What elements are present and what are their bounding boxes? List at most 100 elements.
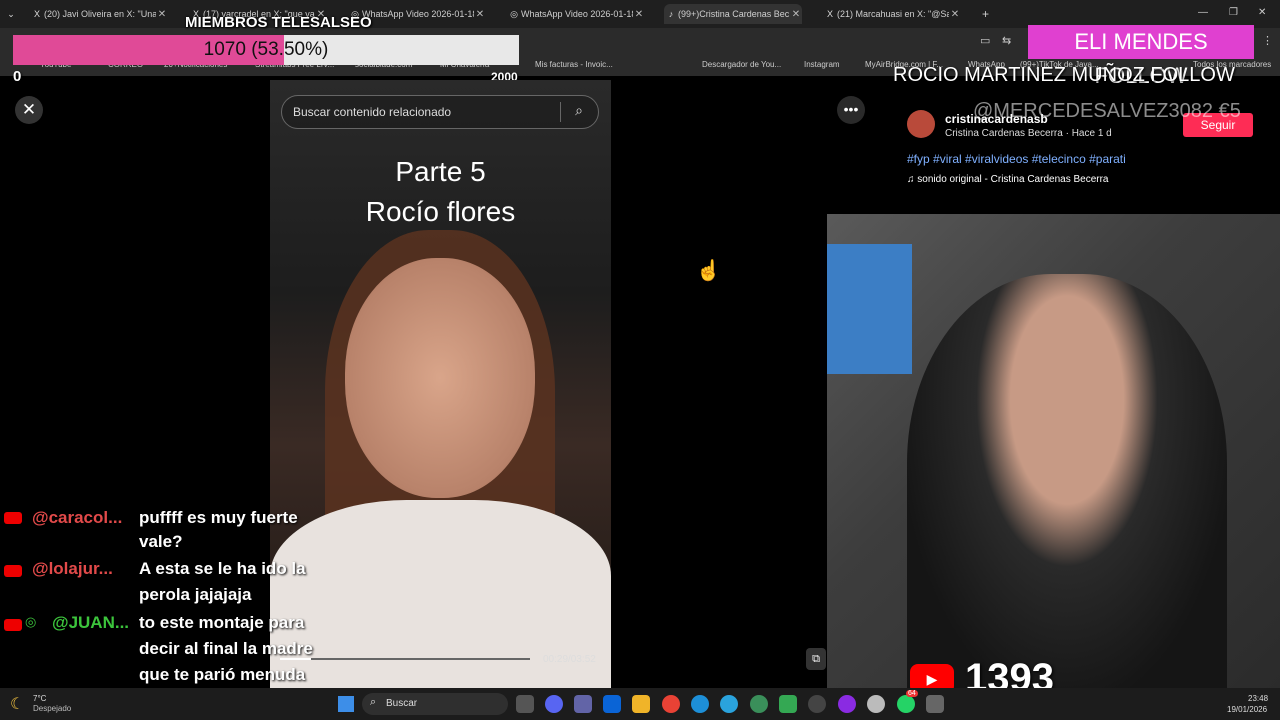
bookmark-item[interactable]: Instagram bbox=[804, 60, 840, 69]
webcam-streamer bbox=[907, 274, 1227, 688]
taskbar-search[interactable]: ⌕ Buscar bbox=[362, 693, 508, 715]
search-icon: ⌕ bbox=[370, 696, 377, 708]
members-goal-text: 1070 (53.50%) bbox=[203, 39, 329, 60]
tab-list-button[interactable]: ⌄ bbox=[4, 4, 22, 24]
app-icon[interactable] bbox=[867, 695, 885, 713]
more-options-button[interactable]: ••• bbox=[837, 96, 865, 124]
video-progress-bar[interactable] bbox=[280, 658, 530, 660]
search-divider bbox=[560, 102, 561, 122]
close-icon: ✕ bbox=[21, 100, 37, 119]
video-title-line-2: Rocío flores bbox=[365, 196, 516, 227]
bookmark-item[interactable]: Descargador de You... bbox=[702, 60, 781, 69]
creator-subline: Cristina Cardenas Becerra · Hace 1 d bbox=[945, 128, 1112, 139]
chat-text: A esta se le ha ido la bbox=[139, 559, 306, 578]
chevron-down-icon: ⌄ bbox=[7, 8, 15, 19]
weather-temperature[interactable]: 7°C bbox=[33, 694, 46, 703]
clock-time[interactable]: 23:48 bbox=[1248, 694, 1268, 703]
whatsapp-icon[interactable] bbox=[897, 695, 915, 713]
browser-tab[interactable]: X (20) Javi Oliveira en X: "Una de ✕ bbox=[30, 4, 168, 24]
minimize-icon[interactable]: — bbox=[1198, 7, 1208, 18]
close-icon[interactable]: ✕ bbox=[790, 9, 802, 20]
copy-icon[interactable]: ⧉ bbox=[806, 648, 826, 670]
moon-icon[interactable]: ☾ bbox=[10, 694, 24, 714]
youtube-icon bbox=[4, 565, 22, 577]
creator-avatar[interactable] bbox=[907, 110, 935, 138]
windows-taskbar: ☾ 7°C Despejado ⌕ Buscar 64 23:48 19/01/… bbox=[0, 688, 1280, 720]
obs-icon[interactable] bbox=[808, 695, 826, 713]
video-subject-face bbox=[345, 258, 535, 498]
cast-icon[interactable]: ▭ bbox=[980, 34, 990, 47]
notification-badge: 64 bbox=[906, 690, 918, 697]
chat-text: vale? bbox=[139, 532, 183, 551]
follow-alert-text: ROCIO MARTINEZ MUÑOZ FOLLOW bbox=[893, 64, 1235, 86]
browser-tab[interactable]: ◎ WhatsApp Video 2026-01-18 a ✕ bbox=[507, 4, 645, 24]
chat-text: to este montaje para bbox=[139, 613, 305, 632]
close-icon[interactable]: ✕ bbox=[949, 9, 961, 20]
maximize-icon[interactable]: ❐ bbox=[1229, 7, 1238, 18]
chat-text: decir al final la madre bbox=[139, 639, 313, 658]
discord-icon[interactable] bbox=[545, 695, 563, 713]
teams-icon[interactable] bbox=[574, 695, 592, 713]
webcam-background-monitor bbox=[827, 244, 912, 374]
x-icon: X bbox=[826, 9, 833, 19]
member-badge-icon: ◎ bbox=[25, 614, 37, 629]
windows-start-icon[interactable] bbox=[338, 696, 354, 712]
members-goal-min: 0 bbox=[13, 68, 22, 85]
translate-icon[interactable]: ⇆ bbox=[1002, 34, 1011, 47]
weather-description[interactable]: Despejado bbox=[33, 704, 71, 713]
browser-tab-active[interactable]: ♪ (99+)Cristina Cardenas Bec ✕ bbox=[664, 4, 802, 24]
close-window-icon[interactable]: ✕ bbox=[1258, 7, 1266, 18]
browser-icon[interactable] bbox=[750, 695, 768, 713]
donation-alert: @MERCEDESALVEZ3082 €5 bbox=[973, 100, 1241, 122]
taskbar-search-label: Buscar bbox=[386, 698, 418, 709]
close-icon[interactable]: ✕ bbox=[156, 9, 168, 20]
music-label: sonido original - Cristina Cardenas Bece… bbox=[917, 174, 1109, 185]
task-view-icon[interactable] bbox=[516, 695, 534, 713]
new-tab-button[interactable]: + bbox=[982, 4, 996, 24]
chat-username: @lolajur... bbox=[32, 559, 113, 578]
tab-title: WhatsApp Video 2026-01-18 a bbox=[521, 9, 633, 19]
bookmark-item[interactable]: Mis facturas - Invoic... bbox=[535, 60, 613, 69]
close-icon[interactable]: ✕ bbox=[633, 9, 645, 20]
tab-title: (20) Javi Oliveira en X: "Una de bbox=[44, 9, 156, 19]
video-title-line-1: Parte 5 bbox=[395, 156, 486, 187]
app-icon[interactable] bbox=[926, 695, 944, 713]
file-explorer-icon[interactable] bbox=[632, 695, 650, 713]
app-icon[interactable] bbox=[838, 695, 856, 713]
related-search-input[interactable]: Buscar contenido relacionado ⌕ bbox=[281, 95, 599, 129]
x-icon: X bbox=[33, 9, 40, 19]
youtube-icon bbox=[4, 512, 22, 524]
chat-text: que te parió menuda bbox=[139, 665, 306, 684]
chat-username: @JUAN... bbox=[52, 613, 130, 632]
tab-title: (99+)Cristina Cardenas Bec bbox=[678, 9, 790, 19]
chat-text: perola jajajaja bbox=[139, 585, 252, 604]
close-button[interactable]: ✕ bbox=[15, 96, 43, 124]
members-goal-bar: 1070 (53.50%) bbox=[13, 35, 519, 65]
video-hashtags[interactable]: #fyp #viral #viralvideos #telecinco #par… bbox=[907, 152, 1126, 166]
close-icon[interactable]: ✕ bbox=[474, 9, 486, 20]
chat-username: @caracol... bbox=[32, 508, 123, 527]
browser-tab[interactable]: X (21) Marcahuasi en X: "@Salom ✕ bbox=[823, 4, 961, 24]
globe-icon: ◎ bbox=[510, 8, 518, 19]
streamer-webcam bbox=[827, 214, 1280, 688]
video-player[interactable]: Buscar contenido relacionado ⌕ Parte 5 R… bbox=[270, 80, 611, 688]
music-note-icon: ♫ bbox=[907, 174, 918, 185]
menu-icon[interactable]: ⋮ bbox=[1262, 34, 1273, 47]
search-icon[interactable]: ⌕ bbox=[569, 102, 589, 122]
tab-title: (21) Marcahuasi en X: "@Salom bbox=[837, 9, 949, 19]
hand-cursor-icon: ☝ bbox=[696, 260, 721, 282]
follow-alert-banner: ELI MENDES FOLLOW bbox=[1028, 25, 1254, 88]
outlook-icon[interactable] bbox=[603, 695, 621, 713]
youtube-icon bbox=[4, 619, 22, 631]
chrome-icon[interactable] bbox=[662, 695, 680, 713]
video-music[interactable]: ♫ sonido original - Cristina Cardenas Be… bbox=[907, 174, 1108, 185]
clock-date[interactable]: 19/01/2026 bbox=[1227, 705, 1267, 714]
chat-text: puffff es muy fuerte bbox=[139, 508, 298, 527]
more-dots-icon: ••• bbox=[843, 101, 859, 117]
edge-icon[interactable] bbox=[691, 695, 709, 713]
search-placeholder: Buscar contenido relacionado bbox=[293, 105, 452, 119]
app-icon[interactable] bbox=[779, 695, 797, 713]
tab-title: WhatsApp Video 2026-01-18 a bbox=[362, 9, 474, 19]
telegram-icon[interactable] bbox=[720, 695, 738, 713]
tiktok-icon: ♪ bbox=[668, 9, 674, 19]
